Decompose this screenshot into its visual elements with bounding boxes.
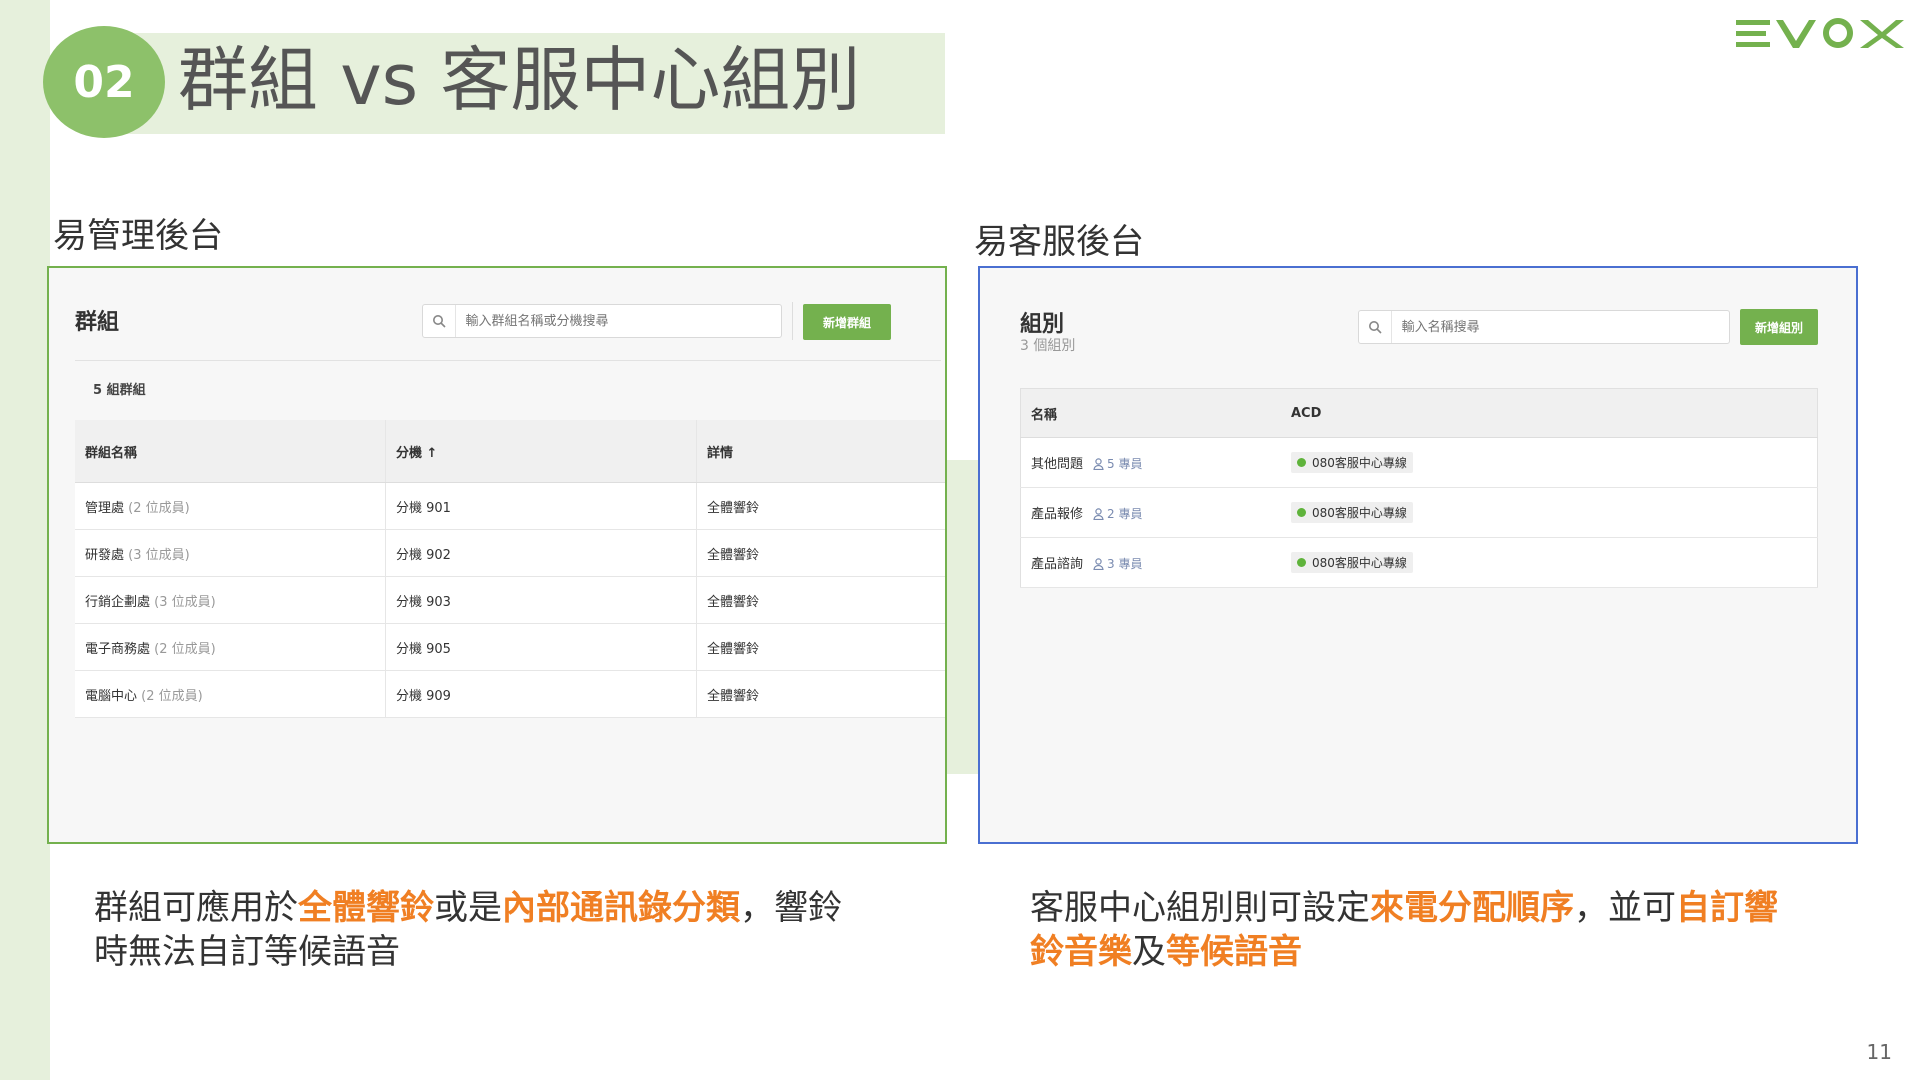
extension: 分機 902 bbox=[385, 529, 697, 577]
group-table: 群組名稱 分機 ↑ 詳情 管理處 (2 位成員) 分機 901 全體響鈴 研發處… bbox=[75, 420, 945, 718]
group-admin-screenshot: 群組 新增群組 5 組群組 群組名稱 分機 ↑ 詳情 管理處 (2 位成員) 分… bbox=[47, 266, 947, 844]
member-count: (2 位成員) bbox=[154, 641, 216, 657]
team-table: 名稱 ACD 其他問題 5 專員 080客服中心專線 產品報修 2 專員 080客服… bbox=[1020, 388, 1818, 588]
group-name: 行銷企劃處 bbox=[85, 594, 151, 610]
ring-detail: 全體響鈴 bbox=[696, 576, 945, 624]
person-icon bbox=[1093, 558, 1104, 570]
left-section-label: 易管理後台 bbox=[53, 216, 223, 256]
person-icon bbox=[1093, 508, 1104, 520]
frame-connector bbox=[947, 460, 978, 774]
column-header-detail[interactable]: 詳情 bbox=[696, 420, 945, 483]
column-header-group-name[interactable]: 群組名稱 bbox=[75, 420, 386, 483]
caption-text: ，並可 bbox=[1574, 888, 1676, 928]
caption-highlight: 內部通訊錄分類 bbox=[502, 888, 740, 928]
group-name: 電子商務處 bbox=[85, 641, 151, 657]
team-name: 產品報修 bbox=[1031, 507, 1084, 522]
acd-line: 080客服中心專線 bbox=[1312, 506, 1407, 520]
slide-title: 群組 vs 客服中心組別 bbox=[178, 39, 861, 121]
acd-line: 080客服中心專線 bbox=[1312, 556, 1407, 570]
team-search-input[interactable] bbox=[1391, 318, 1729, 336]
person-icon bbox=[1093, 458, 1104, 470]
acd-line: 080客服中心專線 bbox=[1312, 456, 1407, 470]
left-accent-band bbox=[0, 0, 50, 1080]
table-row[interactable]: 電腦中心 (2 位成員) 分機 909 全體響鈴 bbox=[75, 670, 945, 718]
table-row[interactable]: 行銷企劃處 (3 位成員) 分機 903 全體響鈴 bbox=[75, 576, 945, 624]
add-team-button[interactable]: 新增組別 bbox=[1740, 309, 1818, 345]
caption-text: 或是 bbox=[434, 888, 502, 928]
page-number: 11 bbox=[1866, 1040, 1892, 1064]
ring-detail: 全體響鈴 bbox=[696, 529, 945, 577]
column-header-acd[interactable]: ACD bbox=[1281, 388, 1818, 438]
ring-detail: 全體響鈴 bbox=[696, 623, 945, 671]
ring-detail: 全體響鈴 bbox=[696, 482, 945, 530]
extension: 分機 901 bbox=[385, 482, 697, 530]
table-row[interactable]: 產品報修 2 專員 080客服中心專線 bbox=[1020, 487, 1818, 538]
column-header-name[interactable]: 名稱 bbox=[1020, 388, 1281, 438]
status-dot-icon bbox=[1297, 558, 1306, 567]
table-row[interactable]: 管理處 (2 位成員) 分機 901 全體響鈴 bbox=[75, 482, 945, 530]
panel-subtitle: 3 個組別 bbox=[1020, 338, 1076, 354]
acd-tag: 080客服中心專線 bbox=[1291, 552, 1413, 573]
member-count: (2 位成員) bbox=[141, 688, 203, 704]
group-search-box[interactable] bbox=[422, 304, 782, 338]
group-search-input[interactable] bbox=[455, 312, 781, 330]
add-group-button[interactable]: 新增群組 bbox=[803, 304, 891, 340]
status-dot-icon bbox=[1297, 508, 1306, 517]
table-row[interactable]: 電子商務處 (2 位成員) 分機 905 全體響鈴 bbox=[75, 623, 945, 671]
group-name: 研發處 bbox=[85, 547, 125, 563]
evox-logo bbox=[1734, 8, 1916, 60]
header-divider bbox=[75, 360, 941, 361]
agent-count: 3 專員 bbox=[1107, 557, 1143, 571]
panel-title: 組別 bbox=[1020, 312, 1065, 337]
column-header-extension[interactable]: 分機 ↑ bbox=[385, 420, 697, 483]
right-caption: 客服中心組別則可設定來電分配順序，並可自訂響鈴音樂及等候語音 bbox=[1030, 886, 1810, 974]
section-badge: 02 bbox=[43, 26, 165, 138]
search-icon bbox=[423, 305, 456, 337]
group-count: 5 組群組 bbox=[93, 383, 146, 398]
right-section-label: 易客服後台 bbox=[974, 222, 1144, 262]
team-name: 產品諮詢 bbox=[1031, 557, 1084, 572]
caption-text: 群組可應用於 bbox=[94, 888, 298, 928]
call-center-admin-screenshot: 組別 3 個組別 新增組別 名稱 ACD 其他問題 5 專員 080客服中心專線 … bbox=[978, 266, 1858, 844]
caption-highlight: 等候語音 bbox=[1166, 932, 1302, 972]
caption-text: 客服中心組別則可設定 bbox=[1030, 888, 1370, 928]
group-name: 管理處 bbox=[85, 500, 125, 516]
team-search-box[interactable] bbox=[1358, 310, 1730, 344]
extension: 分機 903 bbox=[385, 576, 697, 624]
acd-tag: 080客服中心專線 bbox=[1291, 502, 1413, 523]
table-row[interactable]: 產品諮詢 3 專員 080客服中心專線 bbox=[1020, 537, 1818, 588]
panel-title: 群組 bbox=[75, 310, 120, 335]
extension: 分機 905 bbox=[385, 623, 697, 671]
member-count: (3 位成員) bbox=[154, 594, 216, 610]
group-name: 電腦中心 bbox=[85, 688, 138, 704]
status-dot-icon bbox=[1297, 458, 1306, 467]
team-name: 其他問題 bbox=[1031, 457, 1084, 472]
table-row[interactable]: 其他問題 5 專員 080客服中心專線 bbox=[1020, 437, 1818, 488]
caption-text: 及 bbox=[1132, 932, 1166, 972]
acd-tag: 080客服中心專線 bbox=[1291, 452, 1413, 473]
extension: 分機 909 bbox=[385, 670, 697, 718]
caption-highlight: 來電分配順序 bbox=[1370, 888, 1574, 928]
caption-highlight: 全體響鈴 bbox=[298, 888, 434, 928]
toolbar-divider bbox=[792, 302, 793, 340]
table-row[interactable]: 研發處 (3 位成員) 分機 902 全體響鈴 bbox=[75, 529, 945, 577]
member-count: (2 位成員) bbox=[128, 500, 190, 516]
member-count: (3 位成員) bbox=[128, 547, 190, 563]
agent-count: 5 專員 bbox=[1107, 457, 1143, 471]
ring-detail: 全體響鈴 bbox=[696, 670, 945, 718]
left-caption: 群組可應用於全體響鈴或是內部通訊錄分類，響鈴時無法自訂等候語音 bbox=[94, 886, 864, 974]
agent-count: 2 專員 bbox=[1107, 507, 1143, 521]
search-icon bbox=[1359, 311, 1392, 343]
